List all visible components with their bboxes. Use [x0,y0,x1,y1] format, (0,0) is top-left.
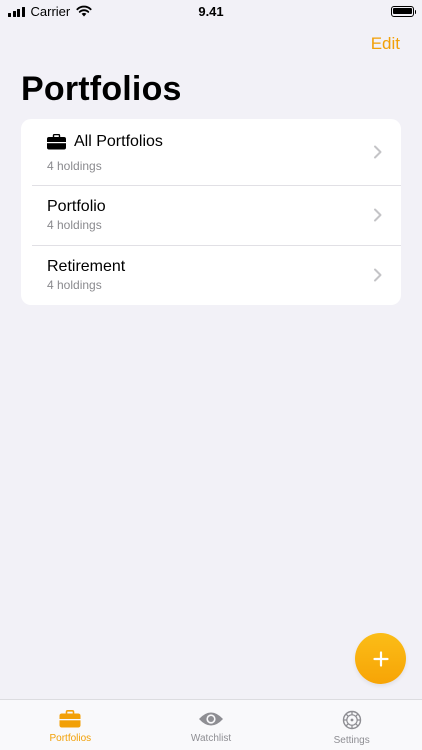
wifi-icon [76,5,92,17]
edit-button[interactable]: Edit [371,34,400,54]
status-time: 9.41 [198,3,224,19]
tab-label: Settings [333,735,370,746]
row-subtitle: 4 holdings [47,218,102,232]
signal-icon [8,6,25,17]
row-subtitle: 4 holdings [47,159,102,173]
tab-settings[interactable]: Settings [281,700,422,750]
tab-label: Watchlist [190,733,232,744]
screen: Carrier 9.41 Edit Portfolios All Portfol… [0,0,422,750]
row-title: Portfolio [47,198,106,215]
chevron-right-icon [374,208,382,222]
battery-icon [391,5,416,17]
chevron-right-icon [374,268,382,282]
tab-label: Portfolios [49,733,92,744]
portfolio-list: All Portfolios 4 holdings Portfolio 4 ho… [21,119,401,305]
page-title: Portfolios [21,70,182,108]
add-portfolio-button[interactable] [355,633,406,684]
row-subtitle: 4 holdings [47,278,102,292]
tab-watchlist[interactable]: Watchlist [141,700,282,750]
row-title-text: All Portfolios [74,133,163,150]
gear-icon [342,710,361,730]
briefcase-icon [59,710,81,728]
list-item-all-portfolios[interactable]: All Portfolios 4 holdings [21,119,401,185]
plus-icon [372,650,389,667]
tab-bar: Portfolios Watchlist Settings [0,699,422,750]
status-bar: Carrier 9.41 [0,0,422,22]
briefcase-icon [47,134,66,150]
carrier-label: Carrier [30,3,71,19]
eye-icon [199,712,223,726]
tab-portfolios[interactable]: Portfolios [0,700,141,750]
list-item-portfolio[interactable]: Portfolio 4 holdings [21,185,401,245]
row-title: All Portfolios [47,133,401,151]
chevron-right-icon [374,145,382,159]
status-left: Carrier [8,4,92,19]
list-item-retirement[interactable]: Retirement 4 holdings [21,245,401,305]
row-title: Retirement [47,258,126,275]
